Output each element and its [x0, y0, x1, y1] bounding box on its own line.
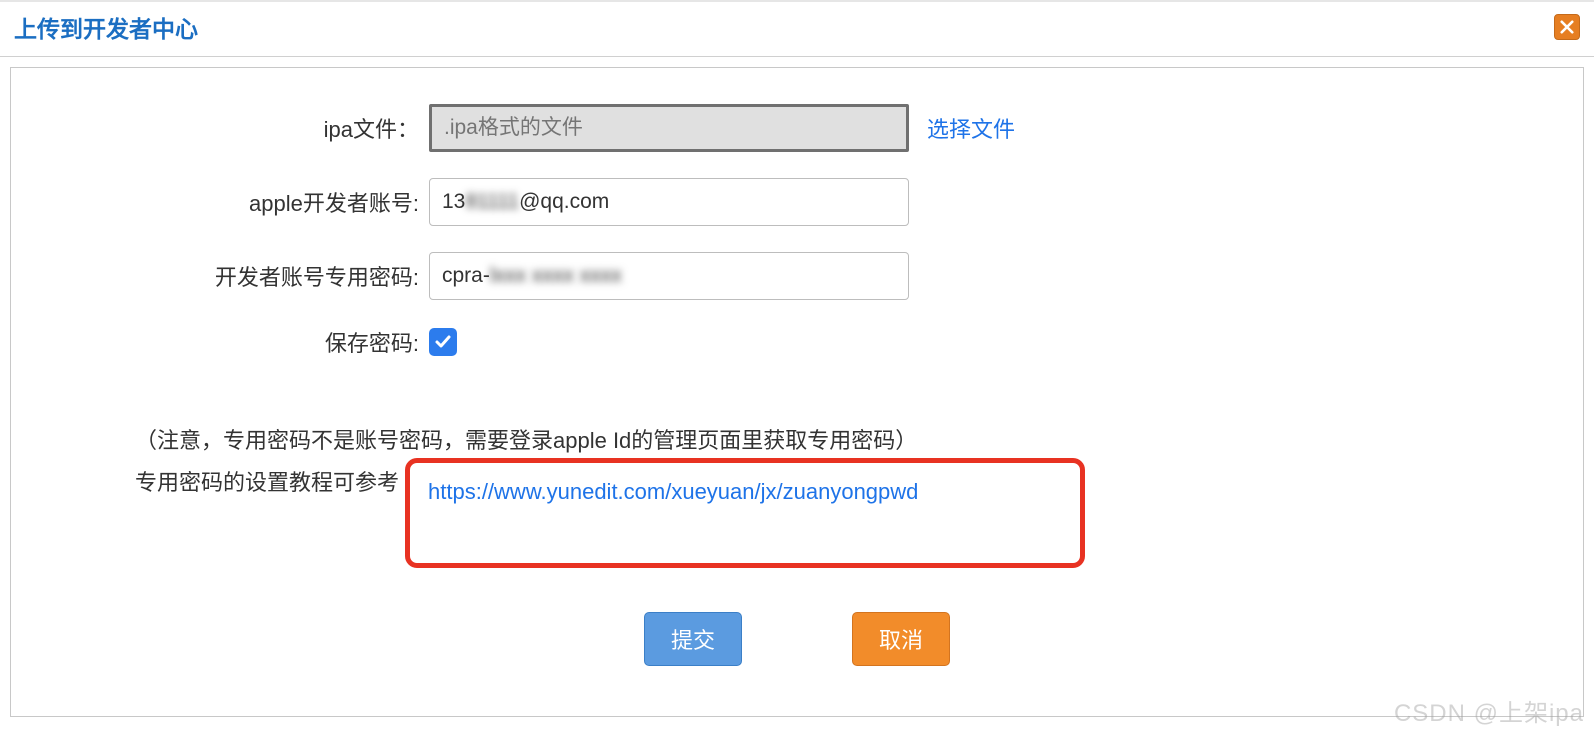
note-line-1: （注意，专用密码不是账号密码，需要登录apple Id的管理页面里获取专用密码） — [135, 420, 1583, 462]
apple-account-label: apple开发者账号: — [11, 186, 429, 218]
ipa-file-label: ipa文件： — [11, 112, 429, 144]
ipa-file-input — [429, 104, 909, 152]
row-ipa-file: ipa文件： 选择文件 — [11, 104, 1583, 152]
dialog-header: 上传到开发者中心 — [0, 0, 1594, 57]
close-button[interactable] — [1554, 14, 1580, 40]
checkmark-icon — [433, 332, 453, 352]
password-value-redacted: lxxx xxxx xxxx — [490, 264, 622, 288]
save-password-checkbox[interactable] — [429, 328, 457, 356]
save-password-label: 保存密码: — [11, 326, 429, 358]
row-app-password: 开发者账号专用密码: cpra-lxxx xxxx xxxx — [11, 252, 1583, 300]
app-password-input[interactable]: cpra-lxxx xxxx xxxx — [429, 252, 909, 300]
note-line-2: 专用密码的设置教程可参考 https://www.yunedit.com/xue… — [135, 462, 1583, 568]
row-save-password: 保存密码: — [11, 326, 1583, 358]
tutorial-link[interactable]: https://www.yunedit.com/xueyuan/jx/zuany… — [428, 479, 918, 504]
note-line-2-prefix: 专用密码的设置教程可参考 — [135, 462, 399, 504]
account-value-prefix: 13 — [442, 190, 465, 214]
row-apple-account: apple开发者账号: 1381111@qq.com — [11, 178, 1583, 226]
apple-account-input[interactable]: 1381111@qq.com — [429, 178, 909, 226]
app-password-label: 开发者账号专用密码: — [11, 260, 429, 292]
dialog-body: ipa文件： 选择文件 apple开发者账号: 1381111@qq.com 开… — [10, 67, 1584, 717]
note-section: （注意，专用密码不是账号密码，需要登录apple Id的管理页面里获取专用密码）… — [135, 420, 1583, 568]
button-row: 提交 取消 — [11, 612, 1583, 666]
submit-button[interactable]: 提交 — [644, 612, 742, 666]
cancel-button[interactable]: 取消 — [852, 612, 950, 666]
password-value-prefix: cpra- — [442, 264, 490, 288]
account-value-suffix: @qq.com — [519, 190, 609, 214]
close-icon — [1560, 20, 1574, 34]
select-file-link[interactable]: 选择文件 — [927, 112, 1015, 144]
tutorial-highlight-box: https://www.yunedit.com/xueyuan/jx/zuany… — [405, 458, 1085, 568]
dialog-title: 上传到开发者中心 — [14, 10, 198, 44]
account-value-redacted: 81111 — [465, 190, 519, 214]
watermark: CSDN @上架ipa — [1394, 693, 1584, 728]
